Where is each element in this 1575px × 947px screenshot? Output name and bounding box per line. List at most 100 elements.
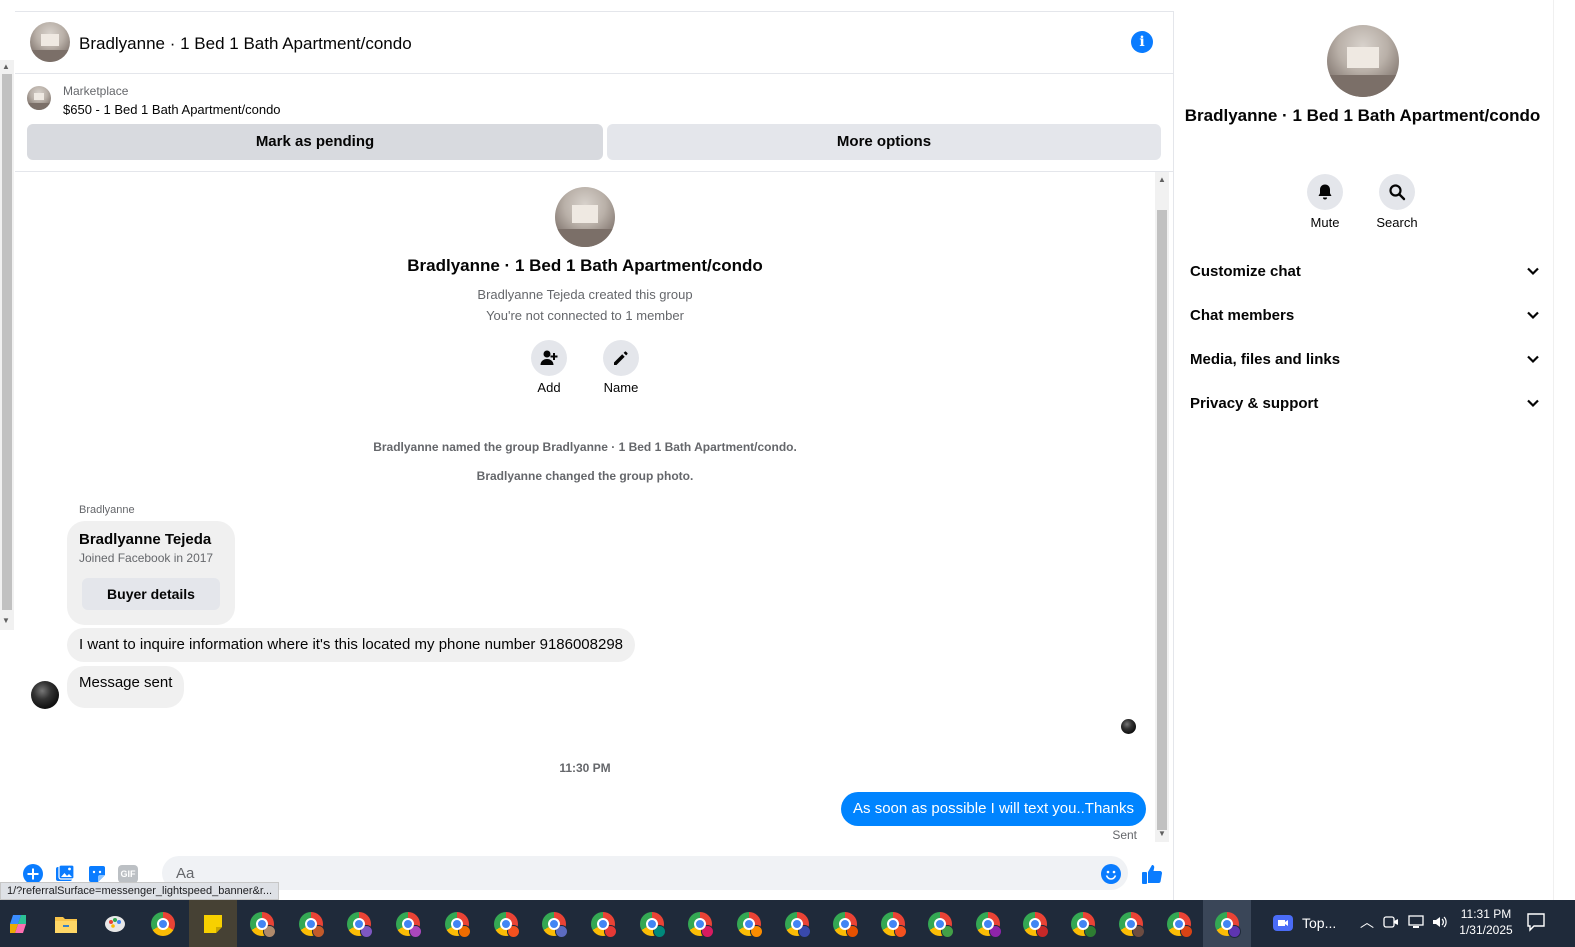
intro-connected-text: You're not connected to 1 member bbox=[486, 308, 684, 323]
clock-date: 1/31/2025 bbox=[1459, 923, 1513, 937]
marketplace-label: Marketplace bbox=[63, 84, 129, 98]
seen-avatar bbox=[1121, 719, 1136, 734]
scroll-up-arrow-icon[interactable]: ▲ bbox=[2, 62, 10, 71]
incoming-message[interactable]: I want to inquire information where it's… bbox=[67, 628, 636, 662]
search-label: Search bbox=[1376, 215, 1418, 230]
section-media-files-links[interactable]: Media, files and links bbox=[1190, 337, 1540, 381]
chrome-icon[interactable] bbox=[147, 908, 179, 940]
chrome-profile-icon[interactable] bbox=[829, 908, 861, 940]
like-thumb-icon[interactable] bbox=[1139, 863, 1165, 885]
chevron-down-icon bbox=[1527, 267, 1539, 276]
listing-title[interactable]: $650 - 1 Bed 1 Bath Apartment/condo bbox=[63, 102, 281, 117]
sender-avatar[interactable] bbox=[31, 681, 59, 709]
listing-thumbnail[interactable] bbox=[27, 86, 51, 110]
name-group-button[interactable] bbox=[603, 340, 639, 376]
panel-title: Bradlyanne · 1 Bed 1 Bath Apartment/cond… bbox=[1184, 106, 1541, 125]
chrome-profile-icon[interactable] bbox=[246, 908, 278, 940]
section-label: Customize chat bbox=[1190, 262, 1301, 280]
network-icon[interactable] bbox=[1407, 914, 1425, 935]
copilot-icon[interactable] bbox=[2, 908, 34, 940]
message-timestamp: 11:30 PM bbox=[559, 761, 611, 775]
system-message: Bradlyanne changed the group photo. bbox=[476, 469, 694, 483]
volume-icon[interactable] bbox=[1431, 914, 1449, 935]
gif-label: GIF bbox=[118, 865, 138, 883]
tray-chevron-up-icon[interactable]: ︿ bbox=[1360, 912, 1374, 932]
chrome-profile-icon[interactable] bbox=[1067, 908, 1099, 940]
section-privacy-support[interactable]: Privacy & support bbox=[1190, 381, 1540, 425]
buyer-name: Bradlyanne Tejeda bbox=[79, 531, 212, 548]
section-customize-chat[interactable]: Customize chat bbox=[1190, 249, 1540, 293]
search-icon bbox=[1389, 184, 1406, 201]
chevron-down-icon bbox=[1527, 355, 1539, 364]
notifications-icon[interactable] bbox=[1526, 912, 1546, 937]
buyer-details-button[interactable]: Buyer details bbox=[82, 578, 220, 610]
mark-as-pending-button[interactable]: Mark as pending bbox=[27, 124, 603, 160]
section-label: Privacy & support bbox=[1190, 394, 1319, 412]
chat-title[interactable]: Bradlyanne · 1 Bed 1 Bath Apartment/cond… bbox=[79, 34, 412, 54]
search-in-conversation-button[interactable] bbox=[1379, 174, 1415, 210]
sender-name: Bradlyanne bbox=[79, 504, 135, 516]
chrome-profile-icon[interactable] bbox=[781, 908, 813, 940]
chrome-profile-icon[interactable] bbox=[490, 908, 522, 940]
add-person-icon bbox=[540, 350, 558, 365]
chrome-profile-icon[interactable] bbox=[684, 908, 716, 940]
meet-now-icon[interactable] bbox=[1383, 914, 1399, 935]
right-scrollbar-track[interactable] bbox=[1553, 0, 1568, 900]
chrome-profile-icon[interactable] bbox=[972, 908, 1004, 940]
conversation-info-panel: Bradlyanne · 1 Bed 1 Bath Apartment/cond… bbox=[1173, 11, 1550, 901]
chevron-down-icon bbox=[1527, 399, 1539, 408]
add-label: Add bbox=[537, 380, 561, 395]
mute-button[interactable] bbox=[1307, 174, 1343, 210]
chrome-profile-icon[interactable] bbox=[1019, 908, 1051, 940]
chrome-profile-icon[interactable] bbox=[733, 908, 765, 940]
chrome-profile-icon-active[interactable] bbox=[1203, 900, 1251, 947]
zoom-app-button[interactable]: Top... bbox=[1272, 912, 1336, 934]
message-input[interactable] bbox=[162, 856, 1128, 890]
more-options-button[interactable]: More options bbox=[607, 124, 1161, 160]
mute-label: Mute bbox=[1310, 215, 1340, 230]
video-camera-icon bbox=[1273, 915, 1293, 931]
emoji-icon[interactable] bbox=[1100, 863, 1122, 885]
buyer-card: Bradlyanne Tejeda Joined Facebook in 201… bbox=[67, 521, 235, 625]
taskbar-clock[interactable]: 11:31 PM 1/31/2025 bbox=[1450, 906, 1522, 938]
incoming-message[interactable]: Message sent bbox=[67, 666, 185, 708]
status-bar-url: 1/?referralSurface=messenger_lightspeed_… bbox=[0, 882, 280, 900]
sent-status: Sent bbox=[1112, 828, 1137, 842]
chrome-profile-icon[interactable] bbox=[538, 908, 570, 940]
chrome-profile-icon[interactable] bbox=[343, 908, 375, 940]
chrome-profile-icon[interactable] bbox=[392, 908, 424, 940]
marketplace-bar: Marketplace $650 - 1 Bed 1 Bath Apartmen… bbox=[15, 74, 1173, 172]
messages-scrollbar-thumb[interactable] bbox=[1157, 210, 1167, 830]
group-avatar[interactable] bbox=[30, 22, 70, 62]
group-intro-avatar bbox=[555, 187, 615, 247]
chrome-profile-icon[interactable] bbox=[587, 908, 619, 940]
scroll-down-arrow-icon[interactable]: ▼ bbox=[1158, 829, 1166, 838]
outgoing-message[interactable]: As soon as possible I will text you..Tha… bbox=[841, 792, 1146, 826]
file-explorer-icon[interactable] bbox=[50, 908, 82, 940]
bell-icon bbox=[1318, 184, 1332, 200]
chrome-profile-icon[interactable] bbox=[636, 908, 668, 940]
chrome-profile-icon[interactable] bbox=[441, 908, 473, 940]
page-scrollbar-thumb[interactable] bbox=[2, 74, 12, 610]
add-people-button[interactable] bbox=[531, 340, 567, 376]
chrome-profile-icon[interactable] bbox=[924, 908, 956, 940]
paint-icon[interactable] bbox=[99, 908, 131, 940]
chrome-profile-icon[interactable] bbox=[295, 908, 327, 940]
info-icon[interactable]: i bbox=[1131, 31, 1153, 53]
scroll-down-arrow-icon[interactable]: ▼ bbox=[2, 616, 10, 625]
chrome-profile-icon[interactable] bbox=[877, 908, 909, 940]
system-message: Bradlyanne named the group Bradlyanne · … bbox=[373, 440, 797, 454]
page-scrollbar[interactable]: ▲ ▼ bbox=[0, 60, 14, 630]
name-label: Name bbox=[603, 380, 639, 395]
section-chat-members[interactable]: Chat members bbox=[1190, 293, 1540, 337]
messages-scrollbar[interactable]: ▲ ▼ bbox=[1155, 172, 1169, 842]
intro-title: Bradlyanne · 1 Bed 1 Bath Apartment/cond… bbox=[407, 256, 763, 275]
chrome-profile-icon[interactable] bbox=[1115, 908, 1147, 940]
section-label: Media, files and links bbox=[1190, 350, 1341, 368]
scroll-up-arrow-icon[interactable]: ▲ bbox=[1158, 175, 1166, 184]
panel-group-avatar[interactable] bbox=[1327, 25, 1399, 97]
sticky-notes-icon[interactable] bbox=[189, 900, 237, 947]
chat-header: Bradlyanne · 1 Bed 1 Bath Apartment/cond… bbox=[15, 11, 1173, 74]
chrome-profile-icon[interactable] bbox=[1163, 908, 1195, 940]
intro-created-text: Bradlyanne Tejeda created this group bbox=[477, 287, 693, 302]
